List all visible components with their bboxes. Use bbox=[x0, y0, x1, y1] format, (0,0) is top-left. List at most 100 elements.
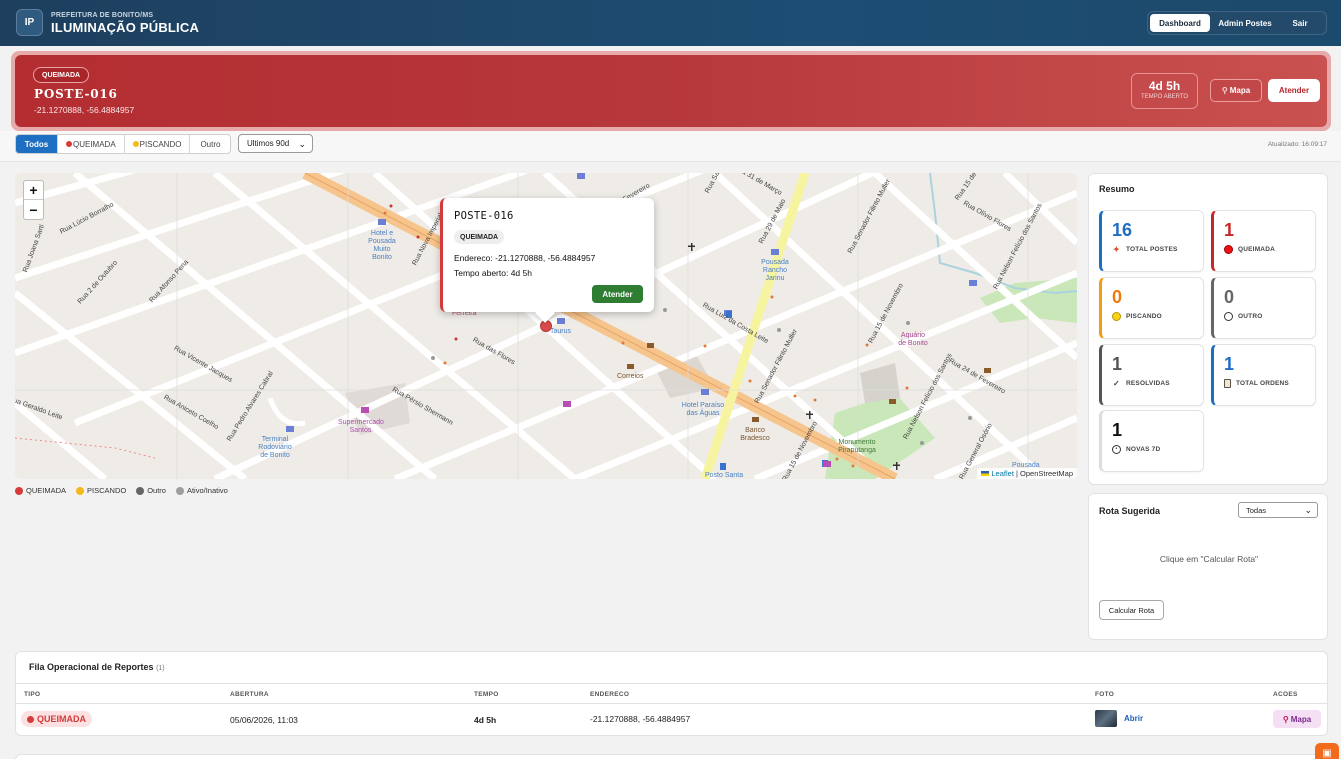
street-label: Rua 24 de Fevereiro bbox=[947, 357, 1007, 396]
period-select[interactable]: Ultimos 90d ⌄ bbox=[238, 134, 313, 153]
popup-tempo: Tempo aberto: 4d 5h bbox=[454, 268, 532, 278]
map-label-banco: Banco Bradesco bbox=[740, 427, 770, 442]
nav-admin-postes[interactable]: Admin Postes bbox=[1210, 14, 1280, 32]
time-open-value: 4d 5h bbox=[1148, 79, 1181, 93]
row-map-button[interactable]: ⚲ Mapa bbox=[1273, 710, 1321, 728]
map-label-hotel-paraiso: Hotel Paraíso das Águas bbox=[681, 402, 725, 417]
filter-todos[interactable]: Todos bbox=[16, 135, 58, 153]
street-label: Rua Pérsio Shermann bbox=[390, 386, 455, 427]
filter-queimada-label: QUEIMADA bbox=[73, 139, 116, 149]
street-label: Rua Olívio Flores bbox=[961, 199, 1013, 234]
legend-label: QUEIMADA bbox=[26, 486, 67, 495]
red-dot-icon bbox=[27, 715, 34, 723]
street-label: Rua Nelson Felício dos Santos bbox=[992, 202, 1044, 291]
osm-attribution[interactable]: | OpenStreetMap bbox=[1016, 469, 1073, 478]
zoom-in-button[interactable]: + bbox=[24, 181, 43, 200]
brand-subtitle: PREFEITURA DE BONITO/MS bbox=[51, 12, 154, 19]
legend-item: QUEIMADA bbox=[15, 486, 66, 495]
street-label: Rua 2 de Outubro bbox=[76, 259, 120, 306]
yellow-dot-icon bbox=[132, 141, 139, 147]
map-label-posto: Posto Santa bbox=[705, 472, 744, 479]
street-label: Rua Joana Sarti bbox=[22, 223, 46, 274]
stat-label-text: TOTAL ORDENS bbox=[1236, 380, 1289, 387]
main-nav: Dashboard Admin Postes Sair bbox=[1147, 11, 1327, 35]
row-abrir-link[interactable]: Abrir bbox=[1124, 714, 1143, 723]
stat-label-text: PISCANDO bbox=[1126, 313, 1162, 320]
map-label-taurus: Taurus bbox=[550, 328, 572, 335]
alert-status-badge: QUEIMADA bbox=[33, 67, 90, 83]
popup-title: POSTE-016 bbox=[454, 210, 514, 222]
legend-label: PISCANDO bbox=[87, 486, 127, 495]
fila-count: (1) bbox=[156, 665, 165, 672]
legend-label: Outro bbox=[147, 486, 166, 495]
alert-poste-title: POSTE-016 bbox=[34, 87, 118, 101]
stat-label: TOTAL ORDENS bbox=[1224, 379, 1289, 388]
filter-queimada[interactable]: QUEIMADA bbox=[58, 135, 125, 153]
app-logo: IP bbox=[16, 9, 43, 36]
stat-value: 16 bbox=[1112, 220, 1133, 240]
brand-title: ILUMINAÇÃO PÚBLICA bbox=[51, 20, 200, 35]
zoom-out-button[interactable]: − bbox=[24, 200, 43, 219]
clipboard-icon bbox=[1224, 379, 1231, 388]
resumo-title: Resumo bbox=[1099, 184, 1135, 194]
stat-label-text: TOTAL POSTES bbox=[1126, 246, 1178, 253]
rota-title: Rota Sugerida bbox=[1099, 506, 1161, 516]
row-abertura: 05/06/2026, 11:03 bbox=[230, 715, 298, 725]
filter-bar: Todos QUEIMADA PISCANDO Outro Ultimos 90… bbox=[0, 131, 1341, 162]
filter-outro[interactable]: Outro bbox=[190, 135, 230, 153]
street-label: Rua 15 de Novembro bbox=[781, 420, 819, 479]
col-tempo: TEMPO bbox=[474, 691, 499, 698]
stat-value: 0 bbox=[1112, 287, 1123, 307]
pin-icon: ⚲ bbox=[1282, 714, 1289, 724]
legend-label: Ativo/Inativo bbox=[186, 486, 228, 495]
alert-map-button[interactable]: ⚲ Mapa bbox=[1210, 79, 1262, 102]
stat-label-text: QUEIMADA bbox=[1238, 246, 1275, 253]
top-header: IP PREFEITURA DE BONITO/MS ILUMINAÇÃO PÚ… bbox=[0, 0, 1341, 46]
nav-dashboard[interactable]: Dashboard bbox=[1150, 14, 1210, 32]
street-label: Rua das Flores bbox=[471, 336, 517, 367]
col-tipo: TIPO bbox=[24, 691, 41, 698]
col-acoes: ACOES bbox=[1273, 691, 1298, 698]
resumo-panel: Resumo 16 ✦ TOTAL POSTES 1 QUEIMADA 0 PIS… bbox=[1088, 173, 1328, 485]
filter-piscando[interactable]: PISCANDO bbox=[125, 135, 191, 153]
row-photo-thumbnail[interactable] bbox=[1095, 710, 1117, 727]
map-attribution: Leaflet | OpenStreetMap bbox=[977, 468, 1077, 479]
map-view[interactable]: Hotel e Pousada Muito Bonito Pousada Ran… bbox=[15, 173, 1077, 479]
street-label: Rua Senador Filinto Muller bbox=[846, 178, 892, 255]
stat-label: PISCANDO bbox=[1112, 312, 1162, 321]
street-label: Rua Luiz da Costa Leite bbox=[701, 301, 770, 346]
popup-attend-button[interactable]: Atender bbox=[592, 285, 643, 303]
street-label: Rua 15 de bbox=[954, 173, 979, 202]
stat-label: ✓ RESOLVIDAS bbox=[1112, 379, 1170, 388]
floating-action-icon[interactable]: ▣ bbox=[1315, 743, 1339, 759]
ukraine-flag-icon bbox=[981, 471, 990, 476]
alert-attend-button[interactable]: Atender bbox=[1268, 79, 1320, 102]
row-map-label: Mapa bbox=[1290, 714, 1312, 724]
street-label: Rua Lúcio Borralho bbox=[58, 201, 116, 236]
stat-card-outro: 0 OUTRO bbox=[1211, 277, 1316, 339]
row-tipo-label: QUEIMADA bbox=[37, 714, 86, 724]
nav-sair[interactable]: Sair bbox=[1280, 14, 1320, 32]
pin-icon: ⚲ bbox=[1221, 86, 1228, 95]
calcular-rota-button[interactable]: Calcular Rota bbox=[1099, 600, 1164, 620]
table-header: TIPO ABERTURA TEMPO ENDERECO FOTO ACOES bbox=[16, 683, 1327, 704]
stat-label-text: OUTRO bbox=[1238, 313, 1263, 320]
chevron-down-icon: ⌄ bbox=[298, 139, 306, 149]
street-label: Rua Geraldo Leite bbox=[15, 395, 64, 422]
row-tipo-badge: QUEIMADA bbox=[21, 711, 92, 727]
rota-panel: Rota Sugerida Todas ⌄ Clique em "Calcula… bbox=[1088, 493, 1328, 640]
map-label-aquario: Aquário de Bonito bbox=[898, 332, 928, 347]
street-label: Rua Aniceto Coelho bbox=[162, 393, 220, 432]
stat-value: 1 bbox=[1112, 354, 1123, 374]
stat-label-text: NOVAS 7D bbox=[1126, 446, 1161, 453]
leaflet-label: Leaflet bbox=[991, 469, 1014, 478]
map-label-supermercado: Supermercado Santos bbox=[338, 419, 384, 434]
chevron-down-icon: ⌄ bbox=[1304, 505, 1312, 515]
alert-coordinates: -21.1270888, -56.4884957 bbox=[34, 105, 135, 115]
leaflet-link[interactable]: Leaflet bbox=[981, 469, 1014, 478]
rota-filter-select[interactable]: Todas ⌄ bbox=[1238, 502, 1318, 518]
clock-icon: • bbox=[1112, 445, 1121, 454]
stat-card-total-postes: 16 ✦ TOTAL POSTES bbox=[1099, 210, 1204, 272]
alert-map-label: Mapa bbox=[1229, 86, 1251, 95]
map-label-pousada-rancho: Pousada Rancho Jarinu bbox=[761, 259, 789, 282]
